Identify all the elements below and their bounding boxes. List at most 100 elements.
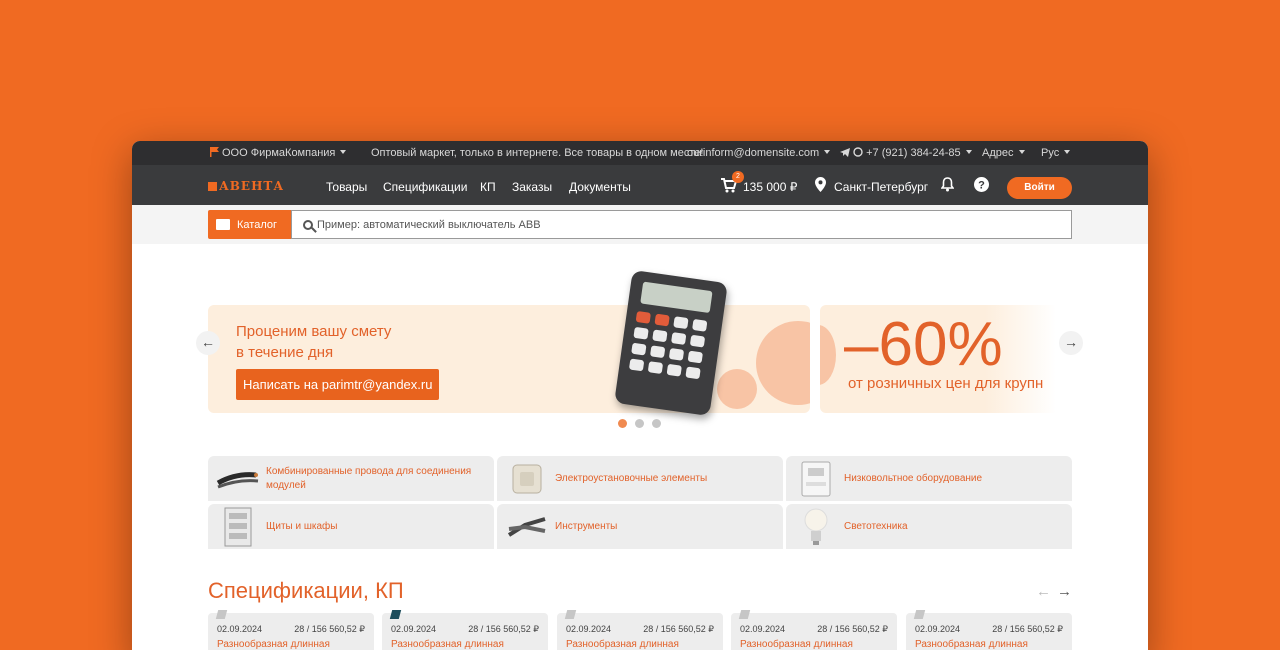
banner-discount[interactable]: –60% от розничных цен для крупн (820, 305, 1056, 413)
banner-email-button[interactable]: Написать на parimtr@yandex.ru (236, 369, 440, 400)
search-input[interactable] (317, 218, 1017, 231)
spec-card[interactable]: 02.09.2024 28 / 156 560,52 ₽ Разнообразн… (208, 610, 374, 650)
search-row: Каталог (132, 205, 1148, 244)
spec-card[interactable]: 02.09.2024 28 / 156 560,52 ₽ Разнообразн… (906, 610, 1072, 650)
category-card[interactable]: Комбинированные провода для соединения м… (208, 456, 494, 501)
spec-card[interactable]: 02.09.2024 28 / 156 560,52 ₽ Разнообразн… (731, 610, 897, 650)
app-window: ООО ФирмаКомпания Оптовый маркет, только… (132, 141, 1148, 650)
bulb-icon (794, 507, 838, 547)
decor-circle (820, 325, 836, 385)
specs-carousel-arrows: ← → (1036, 583, 1072, 600)
section-title: Спецификации, КП (208, 578, 404, 603)
bookmark-icon (738, 610, 751, 619)
chevron-down-icon (1064, 150, 1071, 154)
language-selector[interactable]: Рус (1041, 147, 1071, 159)
location-pin-icon (815, 177, 826, 192)
svg-text:?: ? (978, 180, 985, 192)
catalog-button[interactable]: Каталог (208, 210, 292, 239)
nav-link-kp[interactable]: КП (480, 180, 496, 194)
nav-link-goods[interactable]: Товары (326, 180, 367, 194)
address-label: Адрес (982, 147, 1014, 159)
search-icon[interactable] (303, 219, 313, 230)
city-name[interactable]: Санкт-Петербург (834, 180, 928, 194)
bell-icon (940, 177, 955, 192)
notifications-button[interactable] (940, 177, 955, 197)
bookmark-icon (215, 610, 228, 619)
decor-circle (756, 321, 810, 405)
category-card[interactable]: Низковольтное оборудование (786, 456, 1072, 501)
folder-icon (216, 219, 230, 230)
category-label: Инструменты (555, 520, 618, 532)
category-label: Комбинированные провода для соединения м… (266, 465, 472, 491)
spec-name: Разнообразная длинная (566, 639, 679, 650)
decor-circle (717, 369, 757, 409)
meter-icon (794, 459, 838, 499)
spec-date: 02.09.2024 (740, 624, 786, 634)
phone-selector[interactable]: +7 (921) 384-24-85 (840, 147, 972, 159)
company-selector[interactable]: ООО ФирмаКомпания (210, 147, 347, 159)
spec-date: 02.09.2024 (915, 624, 961, 634)
spec-name: Разнообразная длинная (217, 639, 330, 650)
category-card[interactable]: Щиты и шкафы (208, 504, 494, 549)
pliers-icon (505, 507, 549, 547)
catalog-label: Каталог (237, 218, 277, 231)
arrow-left-icon[interactable]: ← (1036, 583, 1051, 600)
chevron-down-icon (965, 150, 972, 154)
address-selector[interactable]: Адрес (982, 147, 1025, 159)
spec-card[interactable]: 02.09.2024 28 / 156 560,52 ₽ Разнообразн… (557, 610, 723, 650)
calculator-keys (628, 310, 712, 380)
logo[interactable]: АВЕНТА (208, 179, 284, 193)
chevron-down-icon (1018, 150, 1025, 154)
category-grid: Комбинированные провода для соединения м… (208, 456, 1072, 549)
carousel-prev-button[interactable]: ← (196, 331, 220, 355)
spec-sum: 28 / 156 560,52 ₽ (643, 624, 714, 634)
email-selector[interactable]: ourinform@domensite.com (687, 147, 831, 159)
search-field (291, 210, 1072, 239)
cabinet-icon (216, 507, 260, 547)
socket-icon (505, 459, 549, 499)
bookmark-icon (389, 610, 402, 619)
whatsapp-icon (853, 147, 863, 157)
location-button[interactable] (815, 177, 826, 197)
arrow-right-icon[interactable]: → (1057, 583, 1072, 600)
phone-number: +7 (921) 384-24-85 (866, 147, 961, 159)
spec-date: 02.09.2024 (391, 624, 437, 634)
language-label: Рус (1041, 147, 1060, 159)
category-label: Светотехника (844, 520, 908, 532)
slogan: Оптовый маркет, только в интернете. Все … (371, 147, 704, 159)
help-button[interactable]: ? (974, 177, 989, 197)
banner-estimate-title: Проценим вашу смету в течение дня (236, 323, 392, 361)
category-card[interactable]: Светотехника (786, 504, 1072, 549)
category-card[interactable]: Электроустановочные элементы (497, 456, 783, 501)
cart-total[interactable]: 135 000 ₽ (743, 180, 797, 194)
discount-subtitle: от розничных цен для крупн (848, 375, 1044, 392)
login-button[interactable]: Войти (1007, 177, 1072, 199)
nav-link-documents[interactable]: Документы (569, 180, 631, 194)
email-text: ourinform@domensite.com (687, 147, 820, 159)
telegram-icon (840, 148, 850, 157)
category-label: Щиты и шкафы (266, 520, 338, 532)
flag-icon (210, 147, 219, 157)
category-card[interactable]: Инструменты (497, 504, 783, 549)
calculator-image (614, 269, 728, 417)
bookmark-icon (564, 610, 577, 619)
chevron-down-icon (340, 150, 347, 154)
nav-link-orders[interactable]: Заказы (512, 180, 552, 194)
category-label: Электроустановочные элементы (555, 472, 708, 484)
arrow-right-icon: → (1064, 334, 1078, 350)
cable-icon (216, 459, 260, 499)
carousel-dot[interactable] (635, 419, 644, 428)
discount-value: –60% (844, 310, 1003, 379)
carousel-dots (618, 419, 661, 428)
top-info-bar: ООО ФирмаКомпания Оптовый маркет, только… (132, 141, 1148, 165)
nav-link-specifications[interactable]: Спецификации (383, 180, 467, 194)
carousel-dot[interactable] (618, 419, 627, 428)
main-navbar: АВЕНТА Товары Спецификации КП Заказы Док… (132, 165, 1148, 205)
carousel-next-button[interactable]: → (1059, 331, 1083, 355)
carousel-dot[interactable] (652, 419, 661, 428)
logo-mark (208, 182, 217, 191)
spec-sum: 28 / 156 560,52 ₽ (468, 624, 539, 634)
arrow-left-icon: ← (201, 334, 215, 350)
spec-date: 02.09.2024 (566, 624, 612, 634)
spec-card[interactable]: 02.09.2024 28 / 156 560,52 ₽ Разнообразн… (382, 610, 548, 650)
